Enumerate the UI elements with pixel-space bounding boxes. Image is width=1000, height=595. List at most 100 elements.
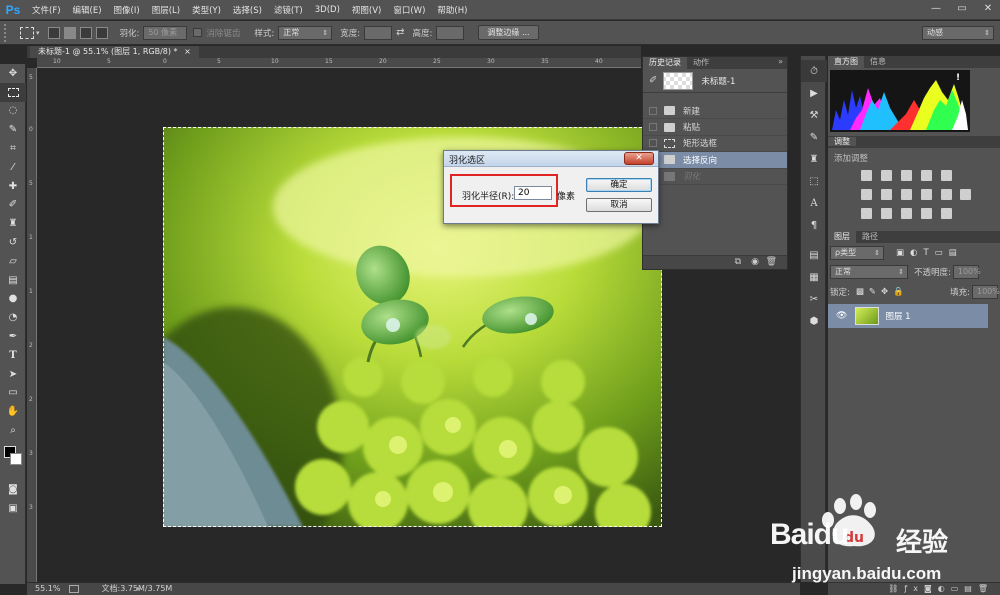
status-preview-icon[interactable] [68,584,79,593]
menu-file[interactable]: 文件(F) [26,4,67,16]
cancel-button[interactable]: 取消 [586,198,652,212]
hand-tool-icon[interactable]: ✋ [0,402,26,421]
swap-dimensions-icon[interactable]: ⇄ [396,27,404,38]
healing-brush-tool-icon[interactable]: ✚ [0,177,26,196]
threshold-icon[interactable] [900,208,912,219]
move-tool-icon[interactable]: ✥ [0,64,26,83]
add-selection-icon[interactable] [63,26,76,39]
crop-tool-icon[interactable]: ⌗ [0,139,26,158]
quick-select-tool-icon[interactable]: ✎ [0,120,26,139]
workspace-select[interactable]: 动感 [922,25,994,40]
minimize-button[interactable]: — [928,2,944,16]
opacity-input[interactable]: 100% [952,265,981,279]
3d-panel-icon[interactable]: ⬢ [801,310,827,332]
rect-marquee-preset-icon[interactable] [20,26,34,39]
blend-mode-select[interactable]: 正常 [830,265,908,279]
notes-icon[interactable]: ▦ [801,266,827,288]
history-snapshot[interactable]: ✐ 未标题-1 [643,69,787,93]
history-brush-tool-icon[interactable]: ↺ [0,233,26,252]
screen-mode-icon[interactable]: ▣ [0,499,26,518]
channel-mixer-icon[interactable] [940,189,952,200]
dialog-titlebar[interactable]: 羽化选区 ✕ [444,151,658,167]
gradient-tool-icon[interactable]: ▤ [0,271,26,290]
panel-collapse-icon[interactable]: » [778,57,783,66]
selective-color-icon[interactable] [920,208,932,219]
width-input[interactable] [364,25,393,40]
pen-tool-icon[interactable]: ✒ [0,327,26,346]
layer-filter-select[interactable]: ρ类型 [830,246,884,260]
close-window-button[interactable]: ✕ [980,2,996,16]
feather-input[interactable]: 50 像素 [143,25,188,40]
posterize-icon[interactable] [880,208,892,219]
document-tab[interactable]: 未标题-1 @ 55.1% (图层 1, RGB/8) * × [30,46,199,58]
clone-stamp-tool-icon[interactable]: ♜ [0,214,26,233]
tab-paths[interactable]: 路径 [856,231,884,243]
camera-snapshot-icon[interactable]: ◉ [751,257,759,267]
history-item[interactable]: 粘贴 [643,119,787,136]
document-tab-close-icon[interactable]: × [184,47,191,56]
menu-window[interactable]: 窗口(W) [387,4,431,16]
menu-help[interactable]: 帮助(H) [431,4,473,16]
background-color-icon[interactable] [10,452,22,465]
rect-marquee-tool-icon[interactable] [0,82,26,102]
history-item[interactable]: 羽化 [643,169,787,185]
actions-panel-icon[interactable]: ▶ [801,82,827,104]
menu-image[interactable]: 图像(I) [108,4,146,16]
new-selection-icon[interactable] [47,26,60,39]
eraser-tool-icon[interactable]: ▱ [0,252,26,271]
layer-comps-icon[interactable]: ▤ [801,244,827,266]
levels-icon[interactable] [880,170,892,181]
history-panel-icon[interactable]: ⏱ [801,60,827,82]
hue-saturation-icon[interactable] [861,189,872,200]
color-balance-icon[interactable] [880,189,892,200]
type-tool-icon[interactable]: T [0,346,26,365]
history-item-checkbox[interactable] [649,139,657,148]
black-white-icon[interactable] [900,189,912,200]
invert-icon[interactable] [861,208,872,219]
eyedropper-tool-icon[interactable]: ⁄ [0,158,26,177]
gradient-map-icon[interactable] [940,208,952,219]
histogram-warning-icon[interactable]: ! [956,73,960,83]
tab-actions[interactable]: 动作 [687,57,715,69]
ok-button[interactable]: 确定 [586,178,652,192]
subtract-selection-icon[interactable] [79,26,92,39]
tab-layers[interactable]: 图层 [828,231,856,243]
menu-type[interactable]: 类型(Y) [186,4,227,16]
menu-edit[interactable]: 编辑(E) [67,4,108,16]
height-input[interactable] [436,25,465,40]
brush-tool-icon[interactable]: ✐ [0,196,26,215]
style-select[interactable]: 正常 [278,25,333,40]
paragraph-panel-icon[interactable]: ¶ [801,214,827,236]
vibrance-icon[interactable] [940,170,952,181]
shape-tool-icon[interactable]: ▭ [0,384,26,403]
color-swatches[interactable] [0,440,26,480]
brightness-contrast-icon[interactable] [861,170,872,181]
photo-filter-icon[interactable] [920,189,932,200]
menu-select[interactable]: 选择(S) [227,4,268,16]
path-select-tool-icon[interactable]: ➤ [0,365,26,384]
menu-filter[interactable]: 滤镜(T) [268,4,309,16]
brush-panel-icon[interactable]: ✎ [801,126,827,148]
tools-icon[interactable]: ✂ [801,288,827,310]
blur-tool-icon[interactable]: ● [0,290,26,309]
history-item-checkbox[interactable] [649,106,657,115]
intersect-selection-icon[interactable] [95,26,108,39]
character-panel-icon[interactable]: A [801,192,827,214]
preset-dropdown-icon[interactable]: ▾ [36,29,40,37]
curves-icon[interactable] [900,170,912,181]
menu-3d[interactable]: 3D(D) [309,5,346,15]
history-item-checkbox[interactable] [649,123,657,132]
restore-button[interactable]: ▭ [954,2,970,16]
fill-input[interactable]: 100% [972,285,1000,299]
brush-presets-icon[interactable]: ⬚ [801,170,827,192]
zoom-tool-icon[interactable]: ⌕ [0,421,26,440]
zoom-level[interactable]: 55.1% [35,584,60,593]
menu-view[interactable]: 视图(V) [346,4,387,16]
history-item[interactable]: 新建 [643,103,787,120]
color-lookup-icon[interactable] [960,189,972,200]
history-item[interactable]: 矩形选框 [643,136,787,153]
refine-edge-button[interactable]: 调整边缘 ... [478,25,539,40]
tool-presets-icon[interactable]: ⚒ [801,104,827,126]
layer-visibility-eye-icon[interactable]: 👁 [836,311,847,321]
tab-info[interactable]: 信息 [864,56,892,68]
